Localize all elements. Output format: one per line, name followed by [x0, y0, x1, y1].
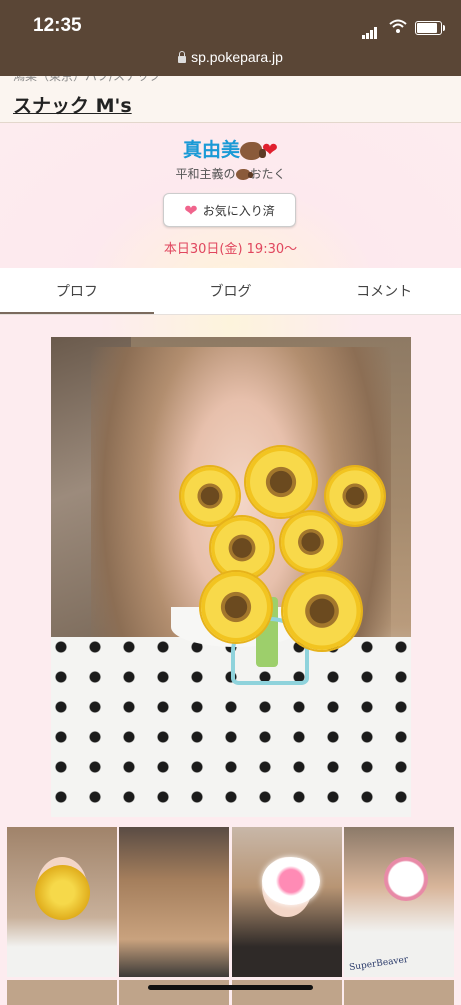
- shop-name-link[interactable]: スナック M's: [13, 91, 132, 118]
- url-text: sp.pokepara.jp: [191, 49, 283, 65]
- catchphrase: 平和主義の おたく: [0, 165, 461, 182]
- tab-comment[interactable]: コメント: [307, 268, 461, 315]
- sunflower-icon: [326, 467, 384, 525]
- shirt-print-text: SuperBeaver: [348, 954, 409, 974]
- sunflower-icon: [211, 517, 273, 579]
- signal-icon: [362, 20, 378, 39]
- heart-icon: ❤: [184, 200, 198, 220]
- shop-area: 鴻巣（東京）パブ/スナック: [13, 76, 162, 83]
- cast-name-text: 真由美: [183, 139, 241, 161]
- sunflower-icon: [246, 447, 316, 517]
- sunflower-bouquet-sticker: [171, 447, 391, 697]
- clock: 12:35: [33, 15, 82, 36]
- profile-content: SuperBeaver: [0, 315, 461, 1005]
- main-photo[interactable]: [51, 337, 411, 817]
- battery-icon: [415, 21, 445, 35]
- dog-face-icon: [384, 857, 428, 901]
- thumbnail-2[interactable]: [119, 827, 229, 977]
- sunflower-icon: [283, 572, 361, 650]
- wifi-icon: [389, 19, 407, 33]
- profile-tabs: プロフ ブログ コメント: [0, 268, 461, 315]
- thumbnail-3[interactable]: [232, 827, 342, 977]
- schedule-text: 本日30日(金) 19:30〜: [163, 242, 298, 257]
- thumbnail-5[interactable]: [7, 980, 117, 1005]
- photo-thumbnails: SuperBeaver: [7, 827, 454, 977]
- thumbnail-4[interactable]: SuperBeaver: [344, 827, 454, 977]
- favorite-label: お気に入り済: [202, 203, 275, 218]
- profile-header: 真由美 ❤ 平和主義の おたく ❤ お気に入り済 本日30日(金) 19:30〜: [0, 123, 461, 268]
- photo-thumbnails-row-2: [7, 980, 454, 1005]
- thumbnail-8[interactable]: [344, 980, 454, 1005]
- address-bar[interactable]: sp.pokepara.jp: [0, 49, 461, 65]
- pink-cloud-icon: [262, 857, 320, 905]
- sunflower-icon: [201, 572, 271, 642]
- lock-icon: [178, 51, 187, 63]
- beaver-icon: [240, 141, 267, 160]
- thumbnail-6[interactable]: [119, 980, 229, 1005]
- sunflower-icon: [181, 467, 239, 525]
- catchphrase-post: おたく: [249, 167, 286, 181]
- status-bar: 12:35 sp.pokepara.jp: [0, 0, 461, 76]
- sunflower-icon: [35, 865, 90, 920]
- sunflower-icon: [281, 512, 341, 572]
- favorite-button[interactable]: ❤ お気に入り済: [163, 193, 296, 227]
- tab-profile[interactable]: プロフ: [0, 268, 154, 315]
- shop-header: 鴻巣（東京）パブ/スナック スナック M's: [0, 76, 461, 123]
- tab-blog[interactable]: ブログ: [154, 268, 308, 315]
- thumbnail-1[interactable]: [7, 827, 117, 977]
- beaver-icon: [235, 169, 253, 180]
- home-indicator[interactable]: [148, 985, 313, 990]
- catchphrase-pre: 平和主義の: [175, 167, 236, 181]
- cast-name: 真由美 ❤: [0, 135, 461, 162]
- thumbnail-7[interactable]: [232, 980, 342, 1005]
